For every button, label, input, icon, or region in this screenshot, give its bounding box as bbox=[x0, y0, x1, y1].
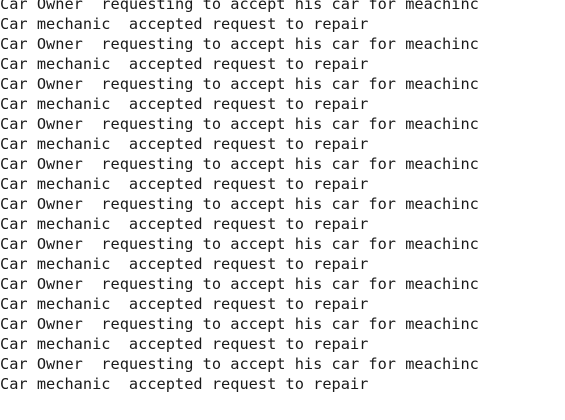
console-line-mechanic-accept: Car mechanic accepted request to repair bbox=[0, 255, 369, 273]
console-line-mechanic-accept: Car mechanic accepted request to repair bbox=[0, 135, 369, 153]
console-line-owner-request: Car Owner requesting to accept his car f… bbox=[0, 155, 479, 173]
console-line-owner-request: Car Owner requesting to accept his car f… bbox=[0, 35, 479, 53]
console-line-owner-request: Car Owner requesting to accept his car f… bbox=[0, 75, 479, 93]
console-line-owner-request: Car Owner requesting to accept his car f… bbox=[0, 275, 479, 293]
console-line-mechanic-accept: Car mechanic accepted request to repair bbox=[0, 15, 369, 33]
console-line-mechanic-accept: Car mechanic accepted request to repair bbox=[0, 335, 369, 353]
console-line-owner-request: Car Owner requesting to accept his car f… bbox=[0, 115, 479, 133]
console-line-mechanic-accept: Car mechanic accepted request to repair bbox=[0, 55, 369, 73]
console-line-owner-request: Car Owner requesting to accept his car f… bbox=[0, 315, 479, 333]
console-output: Car Owner requesting to accept his car f… bbox=[0, 0, 565, 420]
console-line-mechanic-accept: Car mechanic accepted request to repair bbox=[0, 295, 369, 313]
console-line-owner-request: Car Owner requesting to accept his car f… bbox=[0, 195, 479, 213]
console-line-mechanic-accept: Car mechanic accepted request to repair bbox=[0, 95, 369, 113]
console-line-mechanic-accept: Car mechanic accepted request to repair bbox=[0, 175, 369, 193]
console-line-owner-request: Car Owner requesting to accept his car f… bbox=[0, 0, 479, 13]
console-line-owner-request: Car Owner requesting to accept his car f… bbox=[0, 235, 479, 253]
console-line-mechanic-accept: Car mechanic accepted request to repair bbox=[0, 375, 369, 393]
console-line-owner-request: Car Owner requesting to accept his car f… bbox=[0, 355, 479, 373]
console-line-mechanic-accept: Car mechanic accepted request to repair bbox=[0, 215, 369, 233]
